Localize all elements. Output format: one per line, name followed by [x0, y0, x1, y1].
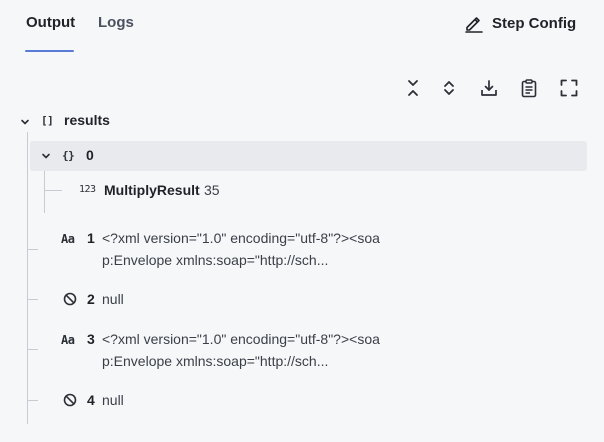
step-config-label: Step Config	[492, 14, 577, 32]
number-type-icon: 123	[79, 184, 96, 195]
string-type-icon: Aa	[61, 232, 75, 246]
tree-key: 2	[87, 291, 95, 307]
null-icon	[63, 393, 77, 407]
tree-key: 4	[87, 392, 95, 408]
tree-value-line-1: <?xml version="1.0" encoding="utf-8"?><s…	[102, 331, 380, 347]
copy-button[interactable]	[517, 76, 541, 100]
string-type-icon: Aa	[61, 333, 75, 347]
fullscreen-icon	[560, 79, 578, 97]
tree-row-item-0[interactable]: {} 0	[0, 145, 604, 167]
expand-all-icon	[444, 81, 454, 95]
output-toolbar	[0, 76, 604, 100]
tab-bar: Output Logs Step Config	[0, 0, 604, 54]
tab-logs[interactable]: Logs	[98, 12, 134, 34]
active-tab-indicator	[25, 50, 74, 52]
collapse-all-icon	[408, 80, 418, 96]
tree-value-line-2: p:Envelope xmlns:soap="http://sch...	[102, 252, 329, 268]
tree-value-line-2: p:Envelope xmlns:soap="http://sch...	[102, 353, 329, 369]
tree-key: MultiplyResult	[104, 182, 200, 198]
tree-value: null	[102, 392, 124, 408]
download-button[interactable]	[477, 76, 501, 100]
null-icon	[63, 292, 77, 306]
tree-value: null	[102, 291, 124, 307]
clipboard-icon	[521, 78, 537, 97]
tree-guide-line	[27, 132, 28, 424]
tree-row-item-2[interactable]: 2 null	[0, 289, 604, 311]
expand-all-button[interactable]	[437, 76, 461, 100]
tree-row-item-1[interactable]: Aa 1 <?xml version="1.0" encoding="utf-8…	[0, 227, 604, 271]
tree-row-item-4[interactable]: 4 null	[0, 390, 604, 412]
download-icon	[481, 80, 497, 96]
tree-key: 0	[86, 147, 94, 163]
chevron-down-icon[interactable]	[40, 150, 52, 162]
tree-row-item-3[interactable]: Aa 3 <?xml version="1.0" encoding="utf-8…	[0, 328, 604, 372]
collapse-all-button[interactable]	[401, 76, 425, 100]
tree-row-multiplyresult[interactable]: 123 MultiplyResult 35	[0, 180, 604, 202]
tree-row-results[interactable]: [] results	[0, 110, 604, 132]
chevron-down-icon[interactable]	[19, 116, 31, 128]
pencil-icon	[465, 17, 483, 33]
array-type-icon: []	[41, 114, 54, 127]
tab-output[interactable]: Output	[26, 12, 75, 34]
tree-key: 1	[87, 230, 95, 246]
tree-key: 3	[87, 331, 95, 347]
object-type-icon: {}	[62, 149, 75, 162]
step-config-button[interactable]: Step Config	[464, 11, 576, 35]
fullscreen-button[interactable]	[557, 76, 581, 100]
tree-value: 35	[204, 182, 220, 198]
tree-value-line-1: <?xml version="1.0" encoding="utf-8"?><s…	[102, 230, 380, 246]
tree-key: results	[64, 112, 110, 128]
